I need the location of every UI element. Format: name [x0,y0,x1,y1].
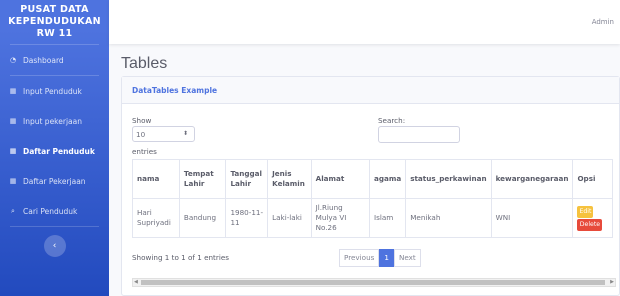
cell-kewarganegaraan: WNI [490,198,574,238]
scroll-right-icon[interactable]: ▶ [610,279,614,286]
column-header[interactable]: kewarganegaraan [490,159,574,199]
length-value: 10 [136,129,146,139]
table-icon: ▦ [9,87,17,95]
cell-agama: Islam [369,198,407,238]
sidebar-item-cari-penduduk[interactable]: ⌕ Cari Penduduk [0,196,109,226]
brand-line-1: PUSAT DATA [20,4,89,15]
cell-tempat-lahir: Bandung [178,198,227,238]
column-header[interactable]: Tanggal Lahir [225,159,269,199]
brand[interactable]: PUSAT DATA KEPENDUDUKAN RW 11 [0,0,109,44]
table-icon: ▦ [9,117,17,125]
sidebar-item-label: Daftar Pekerjaan [23,176,86,186]
sidebar-toggle-button[interactable]: ‹ [43,235,66,257]
datatable-card: DataTables Example Show 10 ⬍ entries Sea… [121,76,620,296]
sidebar-divider [10,226,99,227]
sidebar-item-label: Dashboard [23,55,64,65]
horizontal-scrollbar[interactable]: ◀ ▶ [132,278,616,287]
column-header[interactable]: Jenis Kelamin [267,159,312,199]
card-header: DataTables Example [122,77,619,104]
cell-nama: Hari Supriyadi [132,198,180,238]
previous-button[interactable]: Previous [339,249,380,267]
delete-button[interactable]: Delete [577,218,603,231]
page-1-button[interactable]: 1 [379,249,394,267]
column-header[interactable]: Alamat [310,159,371,199]
chevron-left-icon: ‹ [52,241,57,251]
sort-caret-icon: ⬍ [182,130,188,137]
sidebar-item-label: Daftar Penduduk [23,146,95,156]
search-icon: ⌕ [11,206,15,215]
search-label: Search: [378,116,406,125]
cell-tanggal-lahir: 1980-11-11 [225,198,269,238]
edit-button[interactable]: Edit [577,205,594,218]
cell-alamat: Jl.Riung Mulya VI No.26 [310,198,371,238]
brand-line-2: KEPENDUDUKAN [8,16,101,27]
table-info: Showing 1 to 1 of 1 entries [132,253,229,262]
entries-length-select[interactable]: 10 ⬍ [132,126,195,142]
topbar: Admin [109,0,620,44]
user-menu[interactable]: Admin [592,18,614,26]
sidebar-item-label: Cari Penduduk [23,206,78,216]
cell-status: Menikah [405,198,492,238]
column-header[interactable]: nama [132,159,180,199]
entries-label: entries [132,147,157,156]
show-label: Show [132,116,152,125]
column-header[interactable]: Tempat Lahir [178,159,227,199]
column-header[interactable]: Opsi [572,159,613,199]
table-row: Hari Supriyadi Bandung 1980-11-11 Laki-l… [132,198,613,238]
column-header[interactable]: agama [369,159,407,199]
sidebar-item-input-penduduk[interactable]: ▦ Input Penduduk [0,76,109,106]
scroll-left-icon[interactable]: ◀ [134,279,138,286]
column-header[interactable]: status_perkawinan [405,159,492,199]
cell-jenis-kelamin: Laki-laki [267,198,312,238]
sidebar: PUSAT DATA KEPENDUDUKAN RW 11 ◔ Dashboar… [0,0,109,296]
page-title: Tables [121,55,168,72]
sidebar-item-daftar-pekerjaan[interactable]: ▦ Daftar Pekerjaan [0,166,109,196]
table-icon: ▦ [9,147,17,155]
sidebar-item-daftar-penduduk[interactable]: ▦ Daftar Penduduk [0,136,109,166]
card-title: DataTables Example [132,85,218,95]
scroll-thumb[interactable] [141,280,605,285]
sidebar-item-dashboard[interactable]: ◔ Dashboard [0,45,109,75]
sidebar-item-input-pekerjaan[interactable]: ▦ Input pekerjaan [0,106,109,136]
sidebar-item-label: Input Penduduk [23,86,82,96]
gauge-icon: ◔ [9,56,17,64]
brand-line-3: RW 11 [36,28,73,39]
table-header-row: nama Tempat Lahir Tanggal Lahir Jenis Ke… [132,159,613,199]
sidebar-toggle-wrap: ‹ [0,235,109,257]
search-input[interactable] [378,126,460,143]
next-button[interactable]: Next [393,249,421,267]
pagination: Previous 1 Next [339,249,421,267]
table-icon: ▦ [9,177,17,185]
cell-opsi: Edit Delete [572,198,613,238]
sidebar-item-label: Input pekerjaan [23,116,82,126]
data-table: nama Tempat Lahir Tanggal Lahir Jenis Ke… [132,159,613,238]
